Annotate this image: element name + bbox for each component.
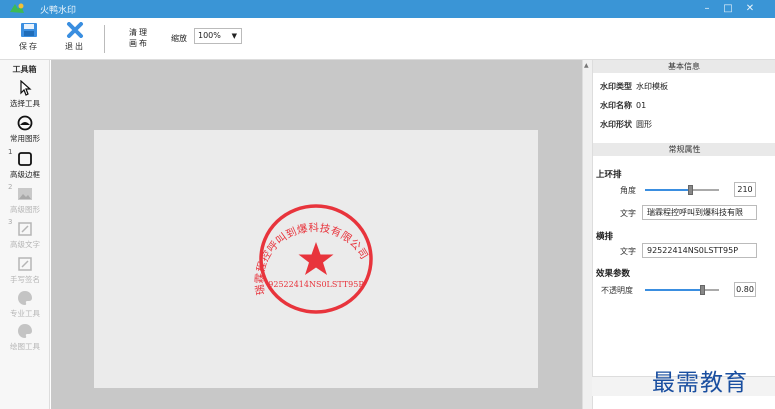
tool-label: 高级文字 xyxy=(10,240,40,249)
angle-slider[interactable] xyxy=(645,185,719,195)
square-frame-icon xyxy=(18,152,32,166)
text-edit-icon xyxy=(18,222,32,236)
exit-label: 退出 xyxy=(65,42,85,51)
basic-info-header: 基本信息 xyxy=(593,60,775,73)
tool-select[interactable]: 选择工具 xyxy=(0,80,50,109)
save-button[interactable]: 保存 xyxy=(14,22,44,52)
opacity-label: 不透明度 xyxy=(601,286,633,295)
tool-label: 绘图工具 xyxy=(10,342,40,351)
info-key: 水印形状 xyxy=(600,120,632,129)
main-toolbar: 保存 退出 清理画布 缩放 100% ▼ xyxy=(0,18,775,60)
minimize-button[interactable]: – xyxy=(700,2,714,16)
zoom-value: 100% xyxy=(198,31,221,40)
info-row-name: 水印名称 01 xyxy=(600,100,646,111)
tool-label: 专业工具 xyxy=(10,309,40,318)
image-icon xyxy=(18,188,32,200)
angle-input[interactable]: 210 xyxy=(734,182,756,197)
tool-common-shapes[interactable]: 常用图形 xyxy=(0,115,50,144)
palette-icon xyxy=(18,324,32,338)
stamp-seal[interactable]: 瑞霖程控呼叫到爆科技有限公司 92522414NS0LSTT95P xyxy=(94,130,538,388)
horizontal-title: 横排 xyxy=(596,232,614,242)
tool-number: 2 xyxy=(8,183,13,191)
title-bar: 火鸭水印 – □ ✕ xyxy=(0,0,775,18)
info-key: 水印名称 xyxy=(600,101,632,110)
canvas-area: 瑞霖程控呼叫到爆科技有限公司 92522414NS0LSTT95P xyxy=(51,60,582,409)
maximize-button[interactable]: □ xyxy=(721,2,735,16)
tool-advanced-text[interactable]: 3 高级文字 xyxy=(0,218,50,250)
zoom-label: 缩放 xyxy=(171,34,187,43)
stamp-star xyxy=(298,242,334,275)
app-logo-icon xyxy=(10,3,24,13)
toolbar-divider xyxy=(104,25,105,53)
signature-icon xyxy=(18,257,32,271)
info-key: 水印类型 xyxy=(600,82,632,91)
tool-professional[interactable]: 专业工具 xyxy=(0,290,50,319)
close-x-icon xyxy=(67,22,83,38)
effects-title: 效果参数 xyxy=(596,269,631,279)
upper-text-label: 文字 xyxy=(620,209,636,218)
upper-ring-title: 上环排 xyxy=(596,170,622,180)
seal-shape-icon xyxy=(17,115,33,131)
dropdown-arrow-icon: ▼ xyxy=(231,32,237,40)
info-row-type: 水印类型 水印模板 xyxy=(600,81,668,92)
info-row-shape: 水印形状 圆形 xyxy=(600,119,652,130)
tool-label: 选择工具 xyxy=(10,99,40,108)
canvas-scrollbar[interactable]: ▲ xyxy=(582,60,592,409)
opacity-input[interactable]: 0.80 xyxy=(734,282,756,297)
tool-label: 常用图形 xyxy=(10,134,40,143)
toolbox-panel: 工具箱 选择工具 常用图形 1 高级边框 2 高级图形 3 高级文字 手写签名 … xyxy=(0,60,50,409)
tool-number: 1 xyxy=(8,148,13,156)
info-value: 圆形 xyxy=(636,120,652,129)
canvas-paper[interactable]: 瑞霖程控呼叫到爆科技有限公司 92522414NS0LSTT95P xyxy=(94,130,538,388)
opacity-slider-fill xyxy=(645,289,703,291)
exit-button[interactable]: 退出 xyxy=(60,22,90,52)
tool-label: 高级图形 xyxy=(10,205,40,214)
stamp-horizontal-text: 92522414NS0LSTT95P xyxy=(268,280,364,289)
properties-panel: 基本信息 水印类型 水印模板 水印名称 01 水印形状 圆形 常规属性 上环排 角度 … xyxy=(592,60,775,409)
toolbox-title: 工具箱 xyxy=(12,65,37,74)
tool-handwritten-signature[interactable]: 手写签名 xyxy=(0,256,50,285)
tool-drawing[interactable]: 绘图工具 xyxy=(0,323,50,352)
tool-label: 手写签名 xyxy=(10,275,40,284)
close-button[interactable]: ✕ xyxy=(743,2,757,16)
clear-canvas-button[interactable]: 清理画布 xyxy=(129,27,153,49)
info-value: 水印模板 xyxy=(636,82,668,91)
angle-label: 角度 xyxy=(620,186,636,195)
zoom-select[interactable]: 100% ▼ xyxy=(194,28,242,44)
opacity-slider-thumb[interactable] xyxy=(699,285,705,295)
angle-slider-fill xyxy=(645,189,691,191)
tool-advanced-border[interactable]: 1 高级边框 xyxy=(0,148,50,180)
app-title: 火鸭水印 xyxy=(40,6,77,16)
watermark-text: 最需教育 xyxy=(652,370,748,396)
common-props-header: 常规属性 xyxy=(593,143,775,156)
cursor-arrow-icon xyxy=(20,80,32,96)
floppy-disk-icon xyxy=(21,23,37,37)
angle-slider-thumb[interactable] xyxy=(687,185,693,195)
scroll-up-icon[interactable]: ▲ xyxy=(584,62,589,69)
tool-label: 高级边框 xyxy=(10,170,40,179)
horizontal-text-input[interactable]: 92522414NS0LSTT95P xyxy=(642,243,757,258)
info-value: 01 xyxy=(636,101,647,110)
palette-icon xyxy=(18,291,32,305)
tool-number: 3 xyxy=(8,218,13,226)
save-label: 保存 xyxy=(19,42,39,51)
horizontal-text-label: 文字 xyxy=(620,247,636,256)
upper-text-input[interactable]: 瑞霖程控呼叫到爆科技有限 xyxy=(642,205,757,220)
tool-advanced-graphics[interactable]: 2 高级图形 xyxy=(0,183,50,215)
opacity-slider[interactable] xyxy=(645,285,719,295)
